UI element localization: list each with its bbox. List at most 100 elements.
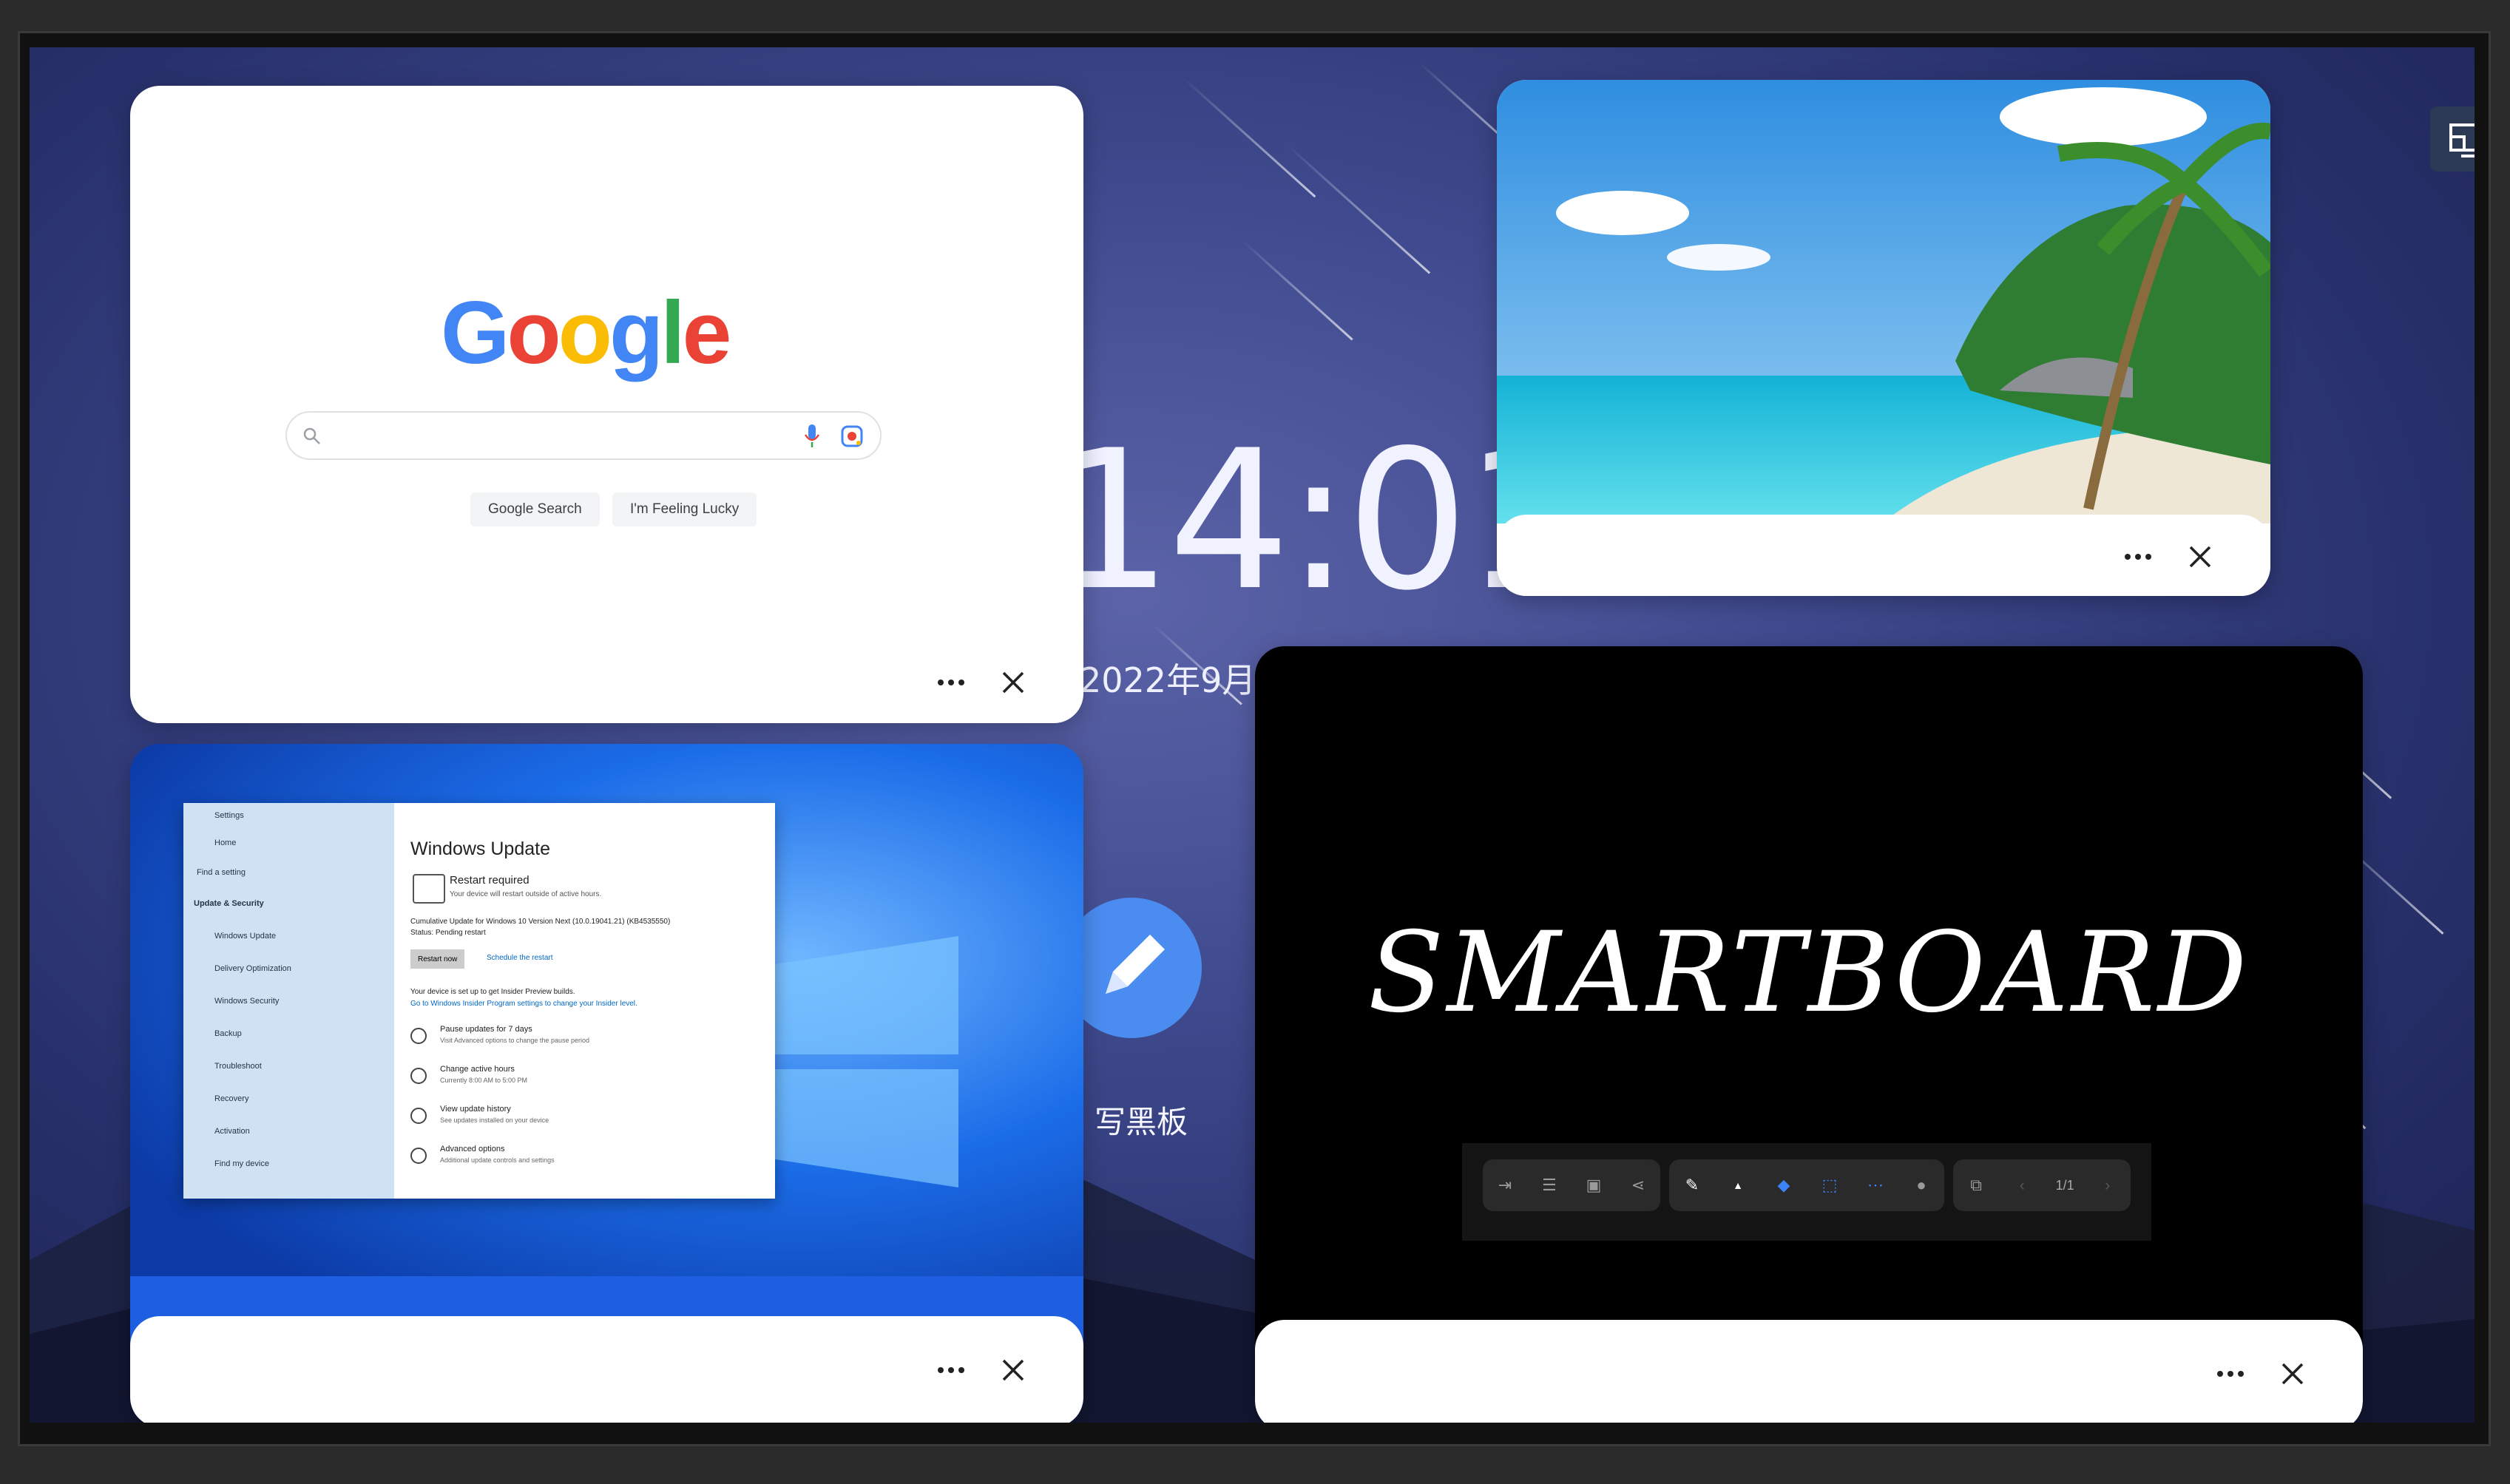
star-streak [1285,143,1431,274]
update-option[interactable]: Pause updates for 7 days Visit Advanced … [410,1025,751,1065]
option-title: Advanced options [440,1145,505,1153]
pause-icon [410,1028,427,1044]
find-setting-input[interactable]: Find a setting [183,858,394,887]
close-icon [2189,546,2211,568]
update-status: Status: Pending restart [410,929,486,937]
card-actions [933,664,1032,701]
card-actions [933,1352,1032,1389]
close-icon [1002,1359,1024,1381]
option-subtitle: See updates installed on your device [440,1117,549,1124]
sidebar-item-windows-update[interactable]: Windows Update [183,920,394,952]
eraser-icon[interactable]: ◆ [1771,1173,1796,1198]
restart-status-icon [413,874,445,904]
close-card-button[interactable] [995,664,1032,701]
update-option[interactable]: Change active hours Currently 8:00 AM to… [410,1065,751,1105]
sidebar-item-backup[interactable]: Backup [183,1017,394,1050]
more-options-button[interactable] [933,664,970,701]
windows-app-card[interactable]: Settings Home Find a setting Update & Se… [130,744,1083,1423]
close-card-button[interactable] [2274,1355,2311,1392]
more-tools-icon[interactable]: ⋯ [1863,1173,1888,1198]
close-card-button[interactable] [2182,538,2219,575]
more-options-button[interactable] [2212,1355,2249,1392]
settings-sidebar: Settings Home Find a setting Update & Se… [183,803,394,1199]
screen-cast-icon [2449,123,2475,157]
smartboard-app-card[interactable]: SMARTBOARD ⇥ ☰ ▣ ⋖ ✎ ▲ ◆ ⬚ ⋯ ● ⧉ ‹ 1/1 › [1255,646,2363,1423]
update-name: Cumulative Update for Windows 10 Version… [410,918,671,926]
caret-up-icon[interactable]: ▲ [1725,1173,1750,1198]
prev-page-icon[interactable]: ‹ [2009,1173,2034,1198]
star-streak [1182,77,1316,198]
more-dots-icon [938,680,964,685]
insider-settings-link[interactable]: Go to Windows Insider Program settings t… [410,1000,637,1008]
blackboard-app-label: 写黑板 [1095,1104,1188,1140]
option-subtitle: Additional update controls and settings [440,1156,555,1164]
sidebar-item-activation[interactable]: Activation [183,1115,394,1148]
options-icon[interactable]: ● [1909,1173,1934,1198]
sidebar-section-heading: Update & Security [194,899,264,908]
card-actions [2120,538,2219,575]
clock-icon [410,1068,427,1084]
smartboard-title: SMARTBOARD [1367,909,2250,1037]
photo-app-card[interactable] [1497,80,2270,596]
pages-icon[interactable]: ⧉ [1963,1173,1989,1198]
page-indicator: 1/1 [2055,1177,2074,1193]
refresh-icon [410,1148,427,1164]
google-search-button[interactable]: Google Search [470,492,600,526]
insider-status-text: Your device is set up to get Insider Pre… [410,988,575,996]
sidebar-item-windows-security[interactable]: Windows Security [183,985,394,1017]
card-actions [2212,1355,2311,1392]
update-option[interactable]: Advanced options Additional update contr… [410,1145,751,1185]
google-logo: Google [441,283,731,382]
exit-icon[interactable]: ⇥ [1492,1173,1518,1198]
option-title: Pause updates for 7 days [440,1025,532,1034]
star-streak [1241,240,1353,341]
update-option[interactable]: View update history See updates installe… [410,1105,751,1145]
desktop-screen: 14:01 2022年9月14日 星期三 写黑板 Google [30,47,2475,1423]
screen-cast-button[interactable] [2430,106,2475,172]
smartboard-toolbar: ⇥ ☰ ▣ ⋖ ✎ ▲ ◆ ⬚ ⋯ ● ⧉ ‹ 1/1 › [1462,1143,2151,1241]
sidebar-item-home[interactable]: Home [183,828,394,858]
card-bottom-bar [1255,1320,2363,1423]
settings-window-title: Settings [214,811,244,820]
search-icon [303,427,320,444]
drawing-tool-group: ✎ ▲ ◆ ⬚ ⋯ ● [1669,1159,1944,1211]
google-app-card[interactable]: Google Google Search I'm Feeling Lucky [130,86,1083,723]
more-dots-icon [2125,554,2151,560]
windows-settings-window[interactable]: Settings Home Find a setting Update & Se… [183,803,775,1199]
more-options-button[interactable] [933,1352,970,1389]
next-page-icon[interactable]: › [2095,1173,2120,1198]
beach-photo [1497,80,2270,524]
camera-lens-icon[interactable] [840,424,864,448]
option-subtitle: Currently 8:00 AM to 5:00 PM [440,1077,528,1084]
save-icon[interactable]: ▣ [1581,1173,1606,1198]
option-title: Change active hours [440,1065,515,1074]
feeling-lucky-button[interactable]: I'm Feeling Lucky [612,492,757,526]
more-dots-icon [938,1367,964,1373]
restart-required-heading: Restart required [450,874,530,887]
sidebar-item-delivery-optimization[interactable]: Delivery Optimization [183,952,394,985]
restart-required-sub: Your device will restart outside of acti… [450,890,602,898]
select-icon[interactable]: ⬚ [1817,1173,1842,1198]
pen-tool-icon[interactable]: ✎ [1679,1173,1705,1198]
update-options-list: Pause updates for 7 days Visit Advanced … [410,1025,751,1185]
page-tool-group: ⧉ ‹ 1/1 › [1953,1159,2131,1211]
sidebar-item-recovery[interactable]: Recovery [183,1082,394,1115]
file-tool-group: ⇥ ☰ ▣ ⋖ [1483,1159,1660,1211]
sidebar-item-troubleshoot[interactable]: Troubleshoot [183,1050,394,1082]
close-icon [1002,671,1024,694]
close-card-button[interactable] [995,1352,1032,1389]
settings-page-title: Windows Update [410,838,550,859]
history-icon [410,1108,427,1124]
restart-now-button[interactable]: Restart now [410,949,465,969]
microphone-icon[interactable] [803,423,821,450]
more-options-button[interactable] [2120,538,2156,575]
option-subtitle: Visit Advanced options to change the pau… [440,1037,589,1044]
close-icon [2281,1363,2304,1385]
option-title: View update history [440,1105,511,1114]
menu-icon[interactable]: ☰ [1537,1173,1562,1198]
schedule-restart-link[interactable]: Schedule the restart [487,954,553,962]
more-dots-icon [2217,1371,2244,1377]
sidebar-item-find-my-device[interactable]: Find my device [183,1148,394,1180]
google-search-input[interactable] [285,411,882,460]
share-icon[interactable]: ⋖ [1626,1173,1651,1198]
